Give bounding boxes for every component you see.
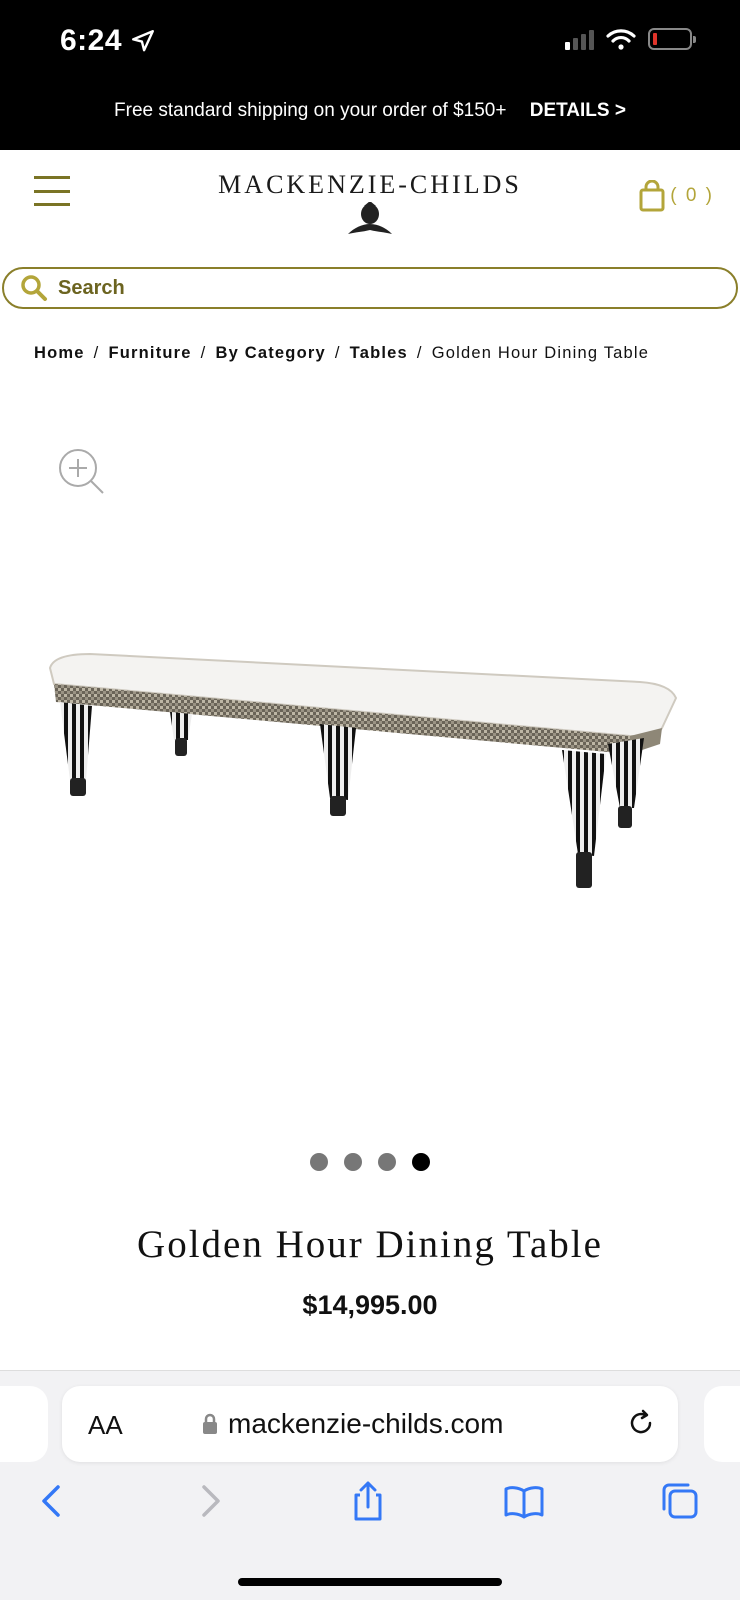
bookmarks-icon[interactable] bbox=[502, 1479, 546, 1523]
breadcrumb-tables[interactable]: Tables bbox=[350, 344, 408, 363]
cart-count: ( 0 ) bbox=[670, 185, 714, 206]
gallery-dot[interactable] bbox=[310, 1153, 328, 1171]
text-size-button[interactable]: AA bbox=[88, 1410, 123, 1441]
tabs-icon[interactable] bbox=[658, 1479, 702, 1523]
browser-toolbar: AA mackenzie-childs.com bbox=[0, 1370, 740, 1600]
promo-banner: Free standard shipping on your order of … bbox=[0, 100, 740, 122]
back-icon[interactable] bbox=[30, 1479, 74, 1523]
breadcrumb-current: Golden Hour Dining Table bbox=[431, 344, 650, 362]
zoom-in-icon[interactable] bbox=[56, 446, 106, 496]
lock-icon bbox=[203, 1413, 217, 1434]
breadcrumb-separator: / bbox=[334, 344, 341, 362]
product-price: $14,995.00 bbox=[302, 1290, 438, 1320]
wifi-icon bbox=[606, 29, 636, 50]
safari-bottom-toolbar bbox=[0, 1479, 740, 1539]
breadcrumb-separator: / bbox=[93, 344, 100, 362]
gallery-dot[interactable] bbox=[344, 1153, 362, 1171]
home-indicator bbox=[238, 1578, 502, 1586]
search-placeholder: Search bbox=[58, 276, 125, 299]
gallery-dot[interactable] bbox=[412, 1153, 430, 1171]
cellular-signal-icon bbox=[565, 28, 594, 50]
forward-icon[interactable] bbox=[188, 1479, 232, 1523]
breadcrumb-home[interactable]: Home bbox=[34, 344, 85, 363]
status-icons bbox=[565, 28, 696, 50]
search-input[interactable]: Search bbox=[2, 267, 738, 309]
status-time: 6:24 bbox=[60, 24, 156, 58]
site-header: MACKENZIE-CHILDS ( 0 ) bbox=[0, 150, 740, 260]
logo-text: MACKENZIE-CHILDS bbox=[218, 170, 522, 199]
previous-tab-preview[interactable] bbox=[0, 1386, 48, 1462]
share-icon[interactable] bbox=[346, 1479, 390, 1523]
reload-icon[interactable] bbox=[626, 1408, 656, 1438]
address-bar[interactable]: AA mackenzie-childs.com bbox=[62, 1386, 678, 1462]
breadcrumb-furniture[interactable]: Furniture bbox=[108, 344, 191, 363]
product-title: Golden Hour Dining Table bbox=[137, 1223, 603, 1266]
url-text: mackenzie-childs.com bbox=[228, 1408, 504, 1439]
status-time-text: 6:24 bbox=[60, 24, 123, 57]
breadcrumb-separator: / bbox=[416, 344, 423, 362]
hamburger-menu-icon[interactable] bbox=[34, 176, 70, 206]
breadcrumb-by-category[interactable]: By Category bbox=[215, 344, 325, 363]
product-image[interactable] bbox=[40, 640, 700, 920]
gallery-pagination bbox=[0, 1153, 740, 1171]
url-display[interactable]: mackenzie-childs.com bbox=[202, 1408, 503, 1440]
breadcrumb: Home / Furniture / By Category / Tables … bbox=[34, 344, 649, 363]
shopping-bag-icon bbox=[639, 180, 665, 212]
brand-logo[interactable]: MACKENZIE-CHILDS bbox=[210, 170, 530, 238]
text-size-label: AA bbox=[88, 1410, 123, 1440]
shopping-bag-button[interactable]: ( 0 ) bbox=[638, 180, 714, 212]
location-arrow-icon bbox=[132, 30, 154, 52]
promo-text: Free standard shipping on your order of … bbox=[114, 100, 507, 121]
top-banner: 6:24 Free standard shipping on your orde… bbox=[0, 0, 740, 150]
breadcrumb-separator: / bbox=[200, 344, 207, 362]
gallery-dot[interactable] bbox=[378, 1153, 396, 1171]
next-tab-preview[interactable] bbox=[704, 1386, 740, 1462]
promo-details-link[interactable]: DETAILS > bbox=[530, 100, 626, 121]
thistle-logo-icon bbox=[348, 202, 392, 234]
search-icon bbox=[21, 275, 47, 301]
battery-icon bbox=[648, 28, 696, 50]
